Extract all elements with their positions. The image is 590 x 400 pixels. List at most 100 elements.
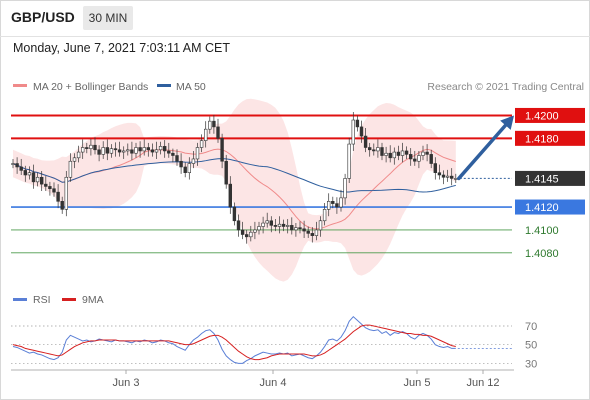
candle xyxy=(273,225,278,227)
last-price-label: 1.4145 xyxy=(525,173,559,185)
time-tick-label: Jun 4 xyxy=(260,377,287,389)
candle xyxy=(195,147,200,160)
candle xyxy=(302,228,306,232)
candle xyxy=(167,150,171,154)
rsi-series-9ma xyxy=(12,324,456,361)
candle xyxy=(449,175,454,179)
candle xyxy=(85,147,89,149)
legend: MA 20 + Bollinger Bands MA 50 Research ©… xyxy=(13,81,584,93)
candle xyxy=(380,147,384,156)
candle xyxy=(429,154,433,164)
candle xyxy=(126,149,130,152)
candle xyxy=(52,188,56,193)
rsi-panel: 30 50 70 xyxy=(11,315,537,370)
candle xyxy=(89,144,93,149)
candle xyxy=(134,147,138,154)
candle xyxy=(261,222,265,227)
candle xyxy=(220,138,224,162)
candle xyxy=(396,151,401,156)
candle xyxy=(413,158,417,162)
candle xyxy=(249,231,253,238)
candle xyxy=(240,229,245,235)
candle xyxy=(310,233,314,236)
time-tick-label: Jun 5 xyxy=(404,377,431,389)
support-label: 1.4080 xyxy=(525,248,559,260)
candle xyxy=(331,201,335,204)
rsi-tick-label: 30 xyxy=(525,358,537,370)
candle xyxy=(437,172,442,176)
candle xyxy=(204,128,208,141)
time-tick-label: Jun 12 xyxy=(466,377,499,389)
support-label: 1.4100 xyxy=(525,225,559,237)
candle xyxy=(343,178,347,199)
candle xyxy=(421,151,425,156)
candle xyxy=(388,152,392,159)
candle xyxy=(257,226,261,231)
candle xyxy=(56,191,60,202)
candle xyxy=(117,149,122,153)
resistance-label: 1.4200 xyxy=(525,110,559,122)
candle xyxy=(347,143,351,179)
candle xyxy=(11,163,15,165)
legend-9ma-swatch xyxy=(62,298,76,301)
candle xyxy=(122,150,126,153)
legend-ma50-label: MA 50 xyxy=(176,81,206,93)
rsi-series-rsi xyxy=(12,315,456,364)
candle xyxy=(294,227,298,231)
legend-ma50-swatch xyxy=(157,84,171,87)
price-panel: 1.4200 1.4180 1.4145 1.4120 1.4100 1.4080 xyxy=(11,98,585,282)
candle xyxy=(392,151,396,159)
candle xyxy=(138,147,142,152)
legend-rsi-swatch xyxy=(13,298,27,301)
time-tick-label: Jun 3 xyxy=(113,377,140,389)
candle xyxy=(417,155,421,162)
candle xyxy=(76,151,81,159)
candle xyxy=(318,220,323,231)
candle xyxy=(322,209,327,222)
candle xyxy=(31,172,36,183)
candle xyxy=(208,120,212,130)
candle xyxy=(404,150,409,155)
candle xyxy=(191,158,196,164)
candle xyxy=(142,147,146,152)
forecast-arrow-shaft xyxy=(457,120,510,181)
candle xyxy=(68,160,73,178)
candle xyxy=(425,151,429,155)
legend-9ma-label: 9MA xyxy=(82,294,104,306)
candle xyxy=(64,176,69,210)
candle xyxy=(60,201,64,210)
candle xyxy=(363,135,368,148)
candle xyxy=(359,126,364,137)
candle xyxy=(351,119,355,145)
candle xyxy=(109,148,114,154)
candle xyxy=(335,203,339,208)
candle xyxy=(298,227,302,230)
pivot-label: 1.4120 xyxy=(525,202,559,214)
candle xyxy=(245,234,249,238)
candle xyxy=(48,186,52,190)
candle xyxy=(355,119,360,128)
legend-ma20-swatch xyxy=(13,84,27,87)
candle xyxy=(19,166,23,171)
candle xyxy=(441,174,446,178)
candle xyxy=(105,147,110,154)
candle xyxy=(285,225,290,227)
candle xyxy=(224,160,228,185)
candle xyxy=(290,225,294,231)
candle xyxy=(199,140,204,148)
candle xyxy=(265,220,269,224)
candle xyxy=(171,152,175,156)
candle xyxy=(130,149,134,154)
legend-ma20-label: MA 20 + Bollinger Bands xyxy=(33,81,148,93)
candle xyxy=(81,147,85,153)
candle xyxy=(281,223,286,227)
rsi-tick-label: 70 xyxy=(525,321,537,333)
candle xyxy=(269,220,273,226)
candle xyxy=(400,150,405,156)
candle xyxy=(179,160,183,168)
candle xyxy=(306,230,310,234)
candle xyxy=(175,155,179,162)
resistance-label: 1.4180 xyxy=(525,133,559,145)
candle xyxy=(408,154,413,160)
candle xyxy=(27,172,32,176)
